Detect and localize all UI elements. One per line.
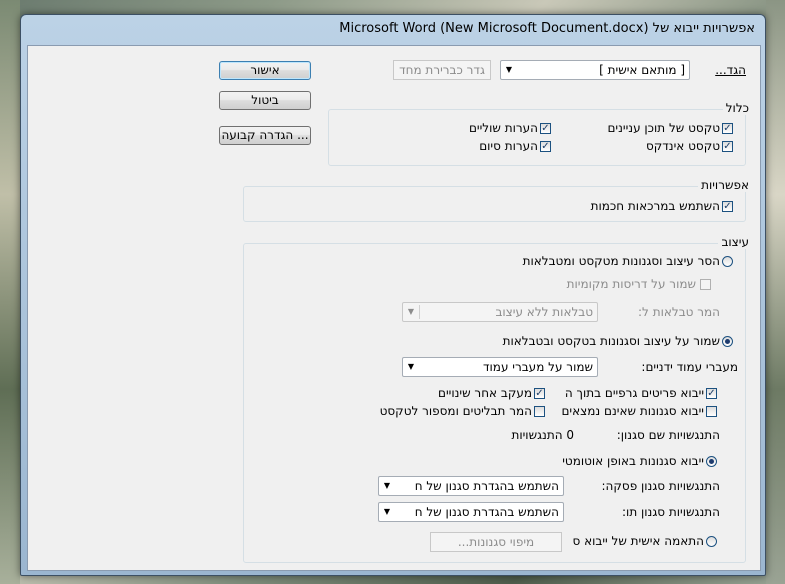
- remove-styles-label: הסר עיצוב וסגנונות מטקסט ומטבלאות: [522, 254, 720, 268]
- manual-page-breaks-label: מעברי עמוד ידניים:: [641, 360, 738, 374]
- remove-styles-radio[interactable]: [722, 256, 733, 267]
- window-title: אפשרויות ייבוא של Microsoft Word (New Mi…: [339, 21, 755, 36]
- index-text-label: טקסט אינדקס: [645, 139, 720, 153]
- include-group: [328, 109, 746, 166]
- formatting-group-title: עיצוב: [718, 235, 752, 249]
- paragraph-conflicts-dropdown[interactable]: ▼ השתמש בהגדרת סגנון של ח: [378, 476, 564, 496]
- import-inline-graphics-label: ייבוא פריטים גרפיים בתוך ה: [564, 386, 704, 400]
- character-conflicts-label: התנגשויות סגנון תו:: [622, 505, 720, 519]
- keep-local-overrides-checkbox[interactable]: [700, 279, 711, 290]
- chevron-down-icon: ▼: [383, 507, 391, 516]
- convert-tables-label: המר טבלאות ל:: [638, 305, 720, 319]
- include-group-title: כלול: [722, 101, 752, 115]
- set-default-button[interactable]: הגדרה קבועה ...: [219, 126, 311, 145]
- toc-text-label: טקסט של תוכן עניינים: [607, 121, 720, 135]
- character-conflicts-dropdown[interactable]: ▼ השתמש בהגדרת סגנון של ח: [378, 502, 564, 522]
- paragraph-conflicts-label: התנגשויות סגנון פסקה:: [601, 479, 720, 493]
- convert-bullets-checkbox[interactable]: [534, 406, 545, 417]
- smart-quotes-label: השתמש במרכאות חכמות: [590, 199, 720, 213]
- track-changes-label: מעקב אחר שינויים: [438, 386, 532, 400]
- convert-tables-dropdown[interactable]: ▼ טבלאות ללא עיצוב: [402, 302, 598, 322]
- style-conflicts-label: התנגשויות שם סגנון:: [616, 428, 720, 442]
- import-unused-styles-checkbox[interactable]: [706, 406, 717, 417]
- title-bar[interactable]: אפשרויות ייבוא של Microsoft Word (New Mi…: [21, 15, 765, 43]
- chevron-down-icon: ▼: [407, 307, 415, 316]
- chevron-down-icon: ▼: [505, 65, 513, 74]
- options-group-title: אפשרויות: [698, 178, 752, 192]
- desktop-background-right: [766, 0, 785, 584]
- manual-page-breaks-dropdown[interactable]: ▼ שמור על מעברי עמוד: [402, 357, 598, 377]
- track-changes-checkbox[interactable]: ✓: [534, 388, 545, 399]
- preset-label: הגד...: [715, 63, 746, 77]
- footnotes-label: הערות שוליים: [468, 121, 538, 135]
- index-text-checkbox[interactable]: ✓: [722, 141, 733, 152]
- customize-import-radio[interactable]: [706, 536, 717, 547]
- keep-local-overrides-label: שמור על דריסות מקומיות: [566, 277, 696, 291]
- footnotes-checkbox[interactable]: ✓: [540, 123, 551, 134]
- auto-import-radio[interactable]: [706, 456, 717, 467]
- ok-button[interactable]: אישור: [219, 61, 311, 80]
- dialog-body: אישור ביטול הגדרה קבועה ... הגד... ▼ [ מ…: [27, 45, 761, 571]
- import-unused-styles-label: ייבוא סגנונות שאינם נמצאים: [561, 404, 704, 418]
- set-as-default-button[interactable]: גדר כברירת מחד: [393, 60, 491, 80]
- chevron-down-icon: ▼: [407, 362, 415, 371]
- style-mapping-button[interactable]: מיפוי סגנונות...: [430, 532, 562, 552]
- smart-quotes-checkbox[interactable]: ✓: [722, 201, 733, 212]
- desktop-background-left: [0, 0, 20, 584]
- endnotes-label: הערות סיום: [479, 139, 538, 153]
- keep-styles-label: שמור על עיצוב וסגנונות בטקסט ובטבלאות: [502, 334, 720, 348]
- style-conflicts-value: 0 התנגשויות: [511, 428, 574, 442]
- keep-styles-radio[interactable]: [722, 336, 733, 347]
- import-options-dialog: אפשרויות ייבוא של Microsoft Word (New Mi…: [20, 14, 766, 576]
- auto-import-label: ייבוא סגנונות באופן אוטומטי: [562, 454, 704, 468]
- preset-dropdown[interactable]: ▼ [ מותאם אישית ]: [500, 60, 690, 80]
- customize-import-label: התאמה אישית של ייבוא ס: [572, 534, 704, 548]
- import-inline-graphics-checkbox[interactable]: ✓: [706, 388, 717, 399]
- cancel-button[interactable]: ביטול: [219, 91, 311, 110]
- endnotes-checkbox[interactable]: ✓: [540, 141, 551, 152]
- chevron-down-icon: ▼: [383, 481, 391, 490]
- toc-text-checkbox[interactable]: ✓: [722, 123, 733, 134]
- convert-bullets-label: המר תבליטים ומספור לטקסט: [379, 404, 532, 418]
